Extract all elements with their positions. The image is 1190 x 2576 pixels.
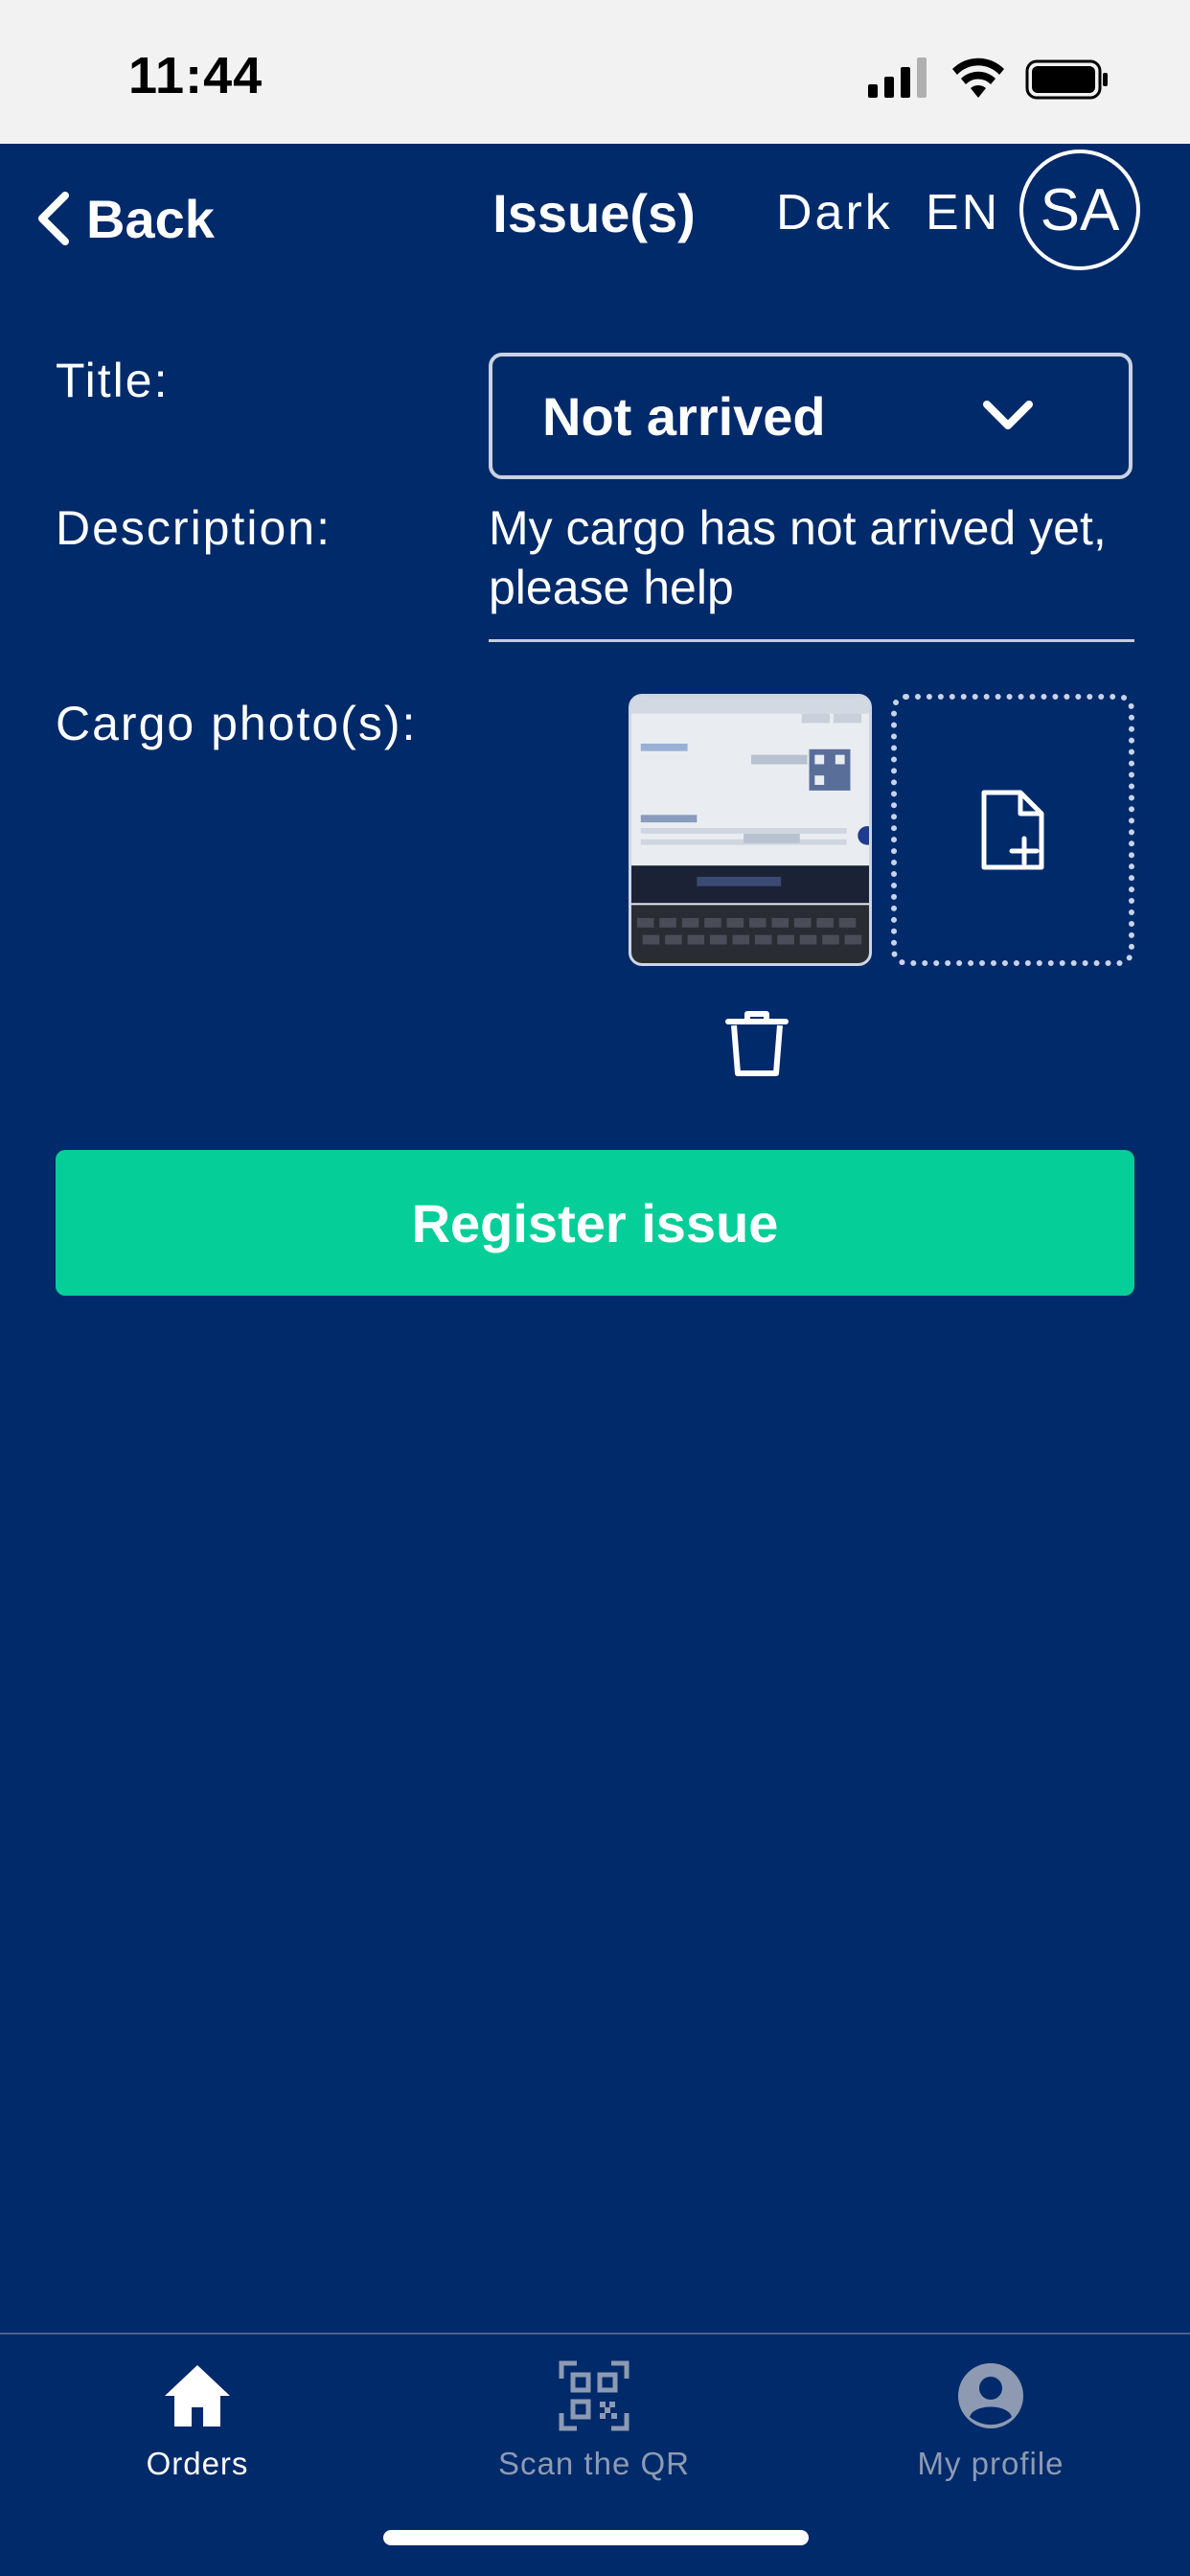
- file-plus-icon: [981, 790, 1044, 870]
- app-header: Back Issue(s) Dark EN SA: [0, 144, 1190, 288]
- tab-my-profile[interactable]: My profile: [847, 2359, 1134, 2482]
- cargo-photo-thumbnail[interactable]: [629, 694, 872, 966]
- tab-orders-label: Orders: [146, 2446, 249, 2481]
- theme-toggle[interactable]: Dark: [776, 184, 893, 242]
- wifi-icon: [952, 58, 1004, 98]
- trash-icon[interactable]: [721, 1006, 793, 1079]
- title-select-value: Not arrived: [542, 385, 826, 447]
- language-toggle[interactable]: EN: [926, 184, 1000, 242]
- tab-orders[interactable]: Orders: [54, 2359, 341, 2482]
- status-time: 11:44: [128, 47, 263, 104]
- title-select[interactable]: Not arrived: [489, 353, 1133, 479]
- chevron-down-icon: [983, 401, 1033, 429]
- tab-scan-qr-label: Scan the QR: [498, 2446, 690, 2481]
- back-label: Back: [86, 188, 215, 249]
- signal-icon: [868, 58, 927, 98]
- qr-code-icon: [559, 2360, 629, 2431]
- chevron-left-icon: [38, 192, 69, 245]
- register-issue-button[interactable]: Register issue: [56, 1150, 1134, 1296]
- description-label: Description:: [56, 501, 332, 555]
- home-icon: [165, 2365, 230, 2426]
- battery-icon: [1025, 59, 1108, 100]
- description-field[interactable]: My cargo has not arrived yet, please hel…: [489, 498, 1134, 642]
- tab-my-profile-label: My profile: [917, 2446, 1064, 2481]
- user-circle-icon: [958, 2363, 1023, 2428]
- home-indicator: [383, 2530, 809, 2545]
- status-bar: 11:44: [0, 0, 1190, 144]
- photo-image: [631, 697, 869, 963]
- avatar[interactable]: SA: [1019, 150, 1140, 270]
- title-label: Title:: [56, 354, 170, 407]
- back-button[interactable]: Back: [34, 182, 215, 255]
- tab-scan-qr[interactable]: Scan the QR: [450, 2359, 738, 2482]
- cargo-photos-label: Cargo photo(s):: [56, 697, 418, 750]
- page-title: Issue(s): [492, 183, 696, 243]
- add-photo-button[interactable]: [891, 694, 1134, 966]
